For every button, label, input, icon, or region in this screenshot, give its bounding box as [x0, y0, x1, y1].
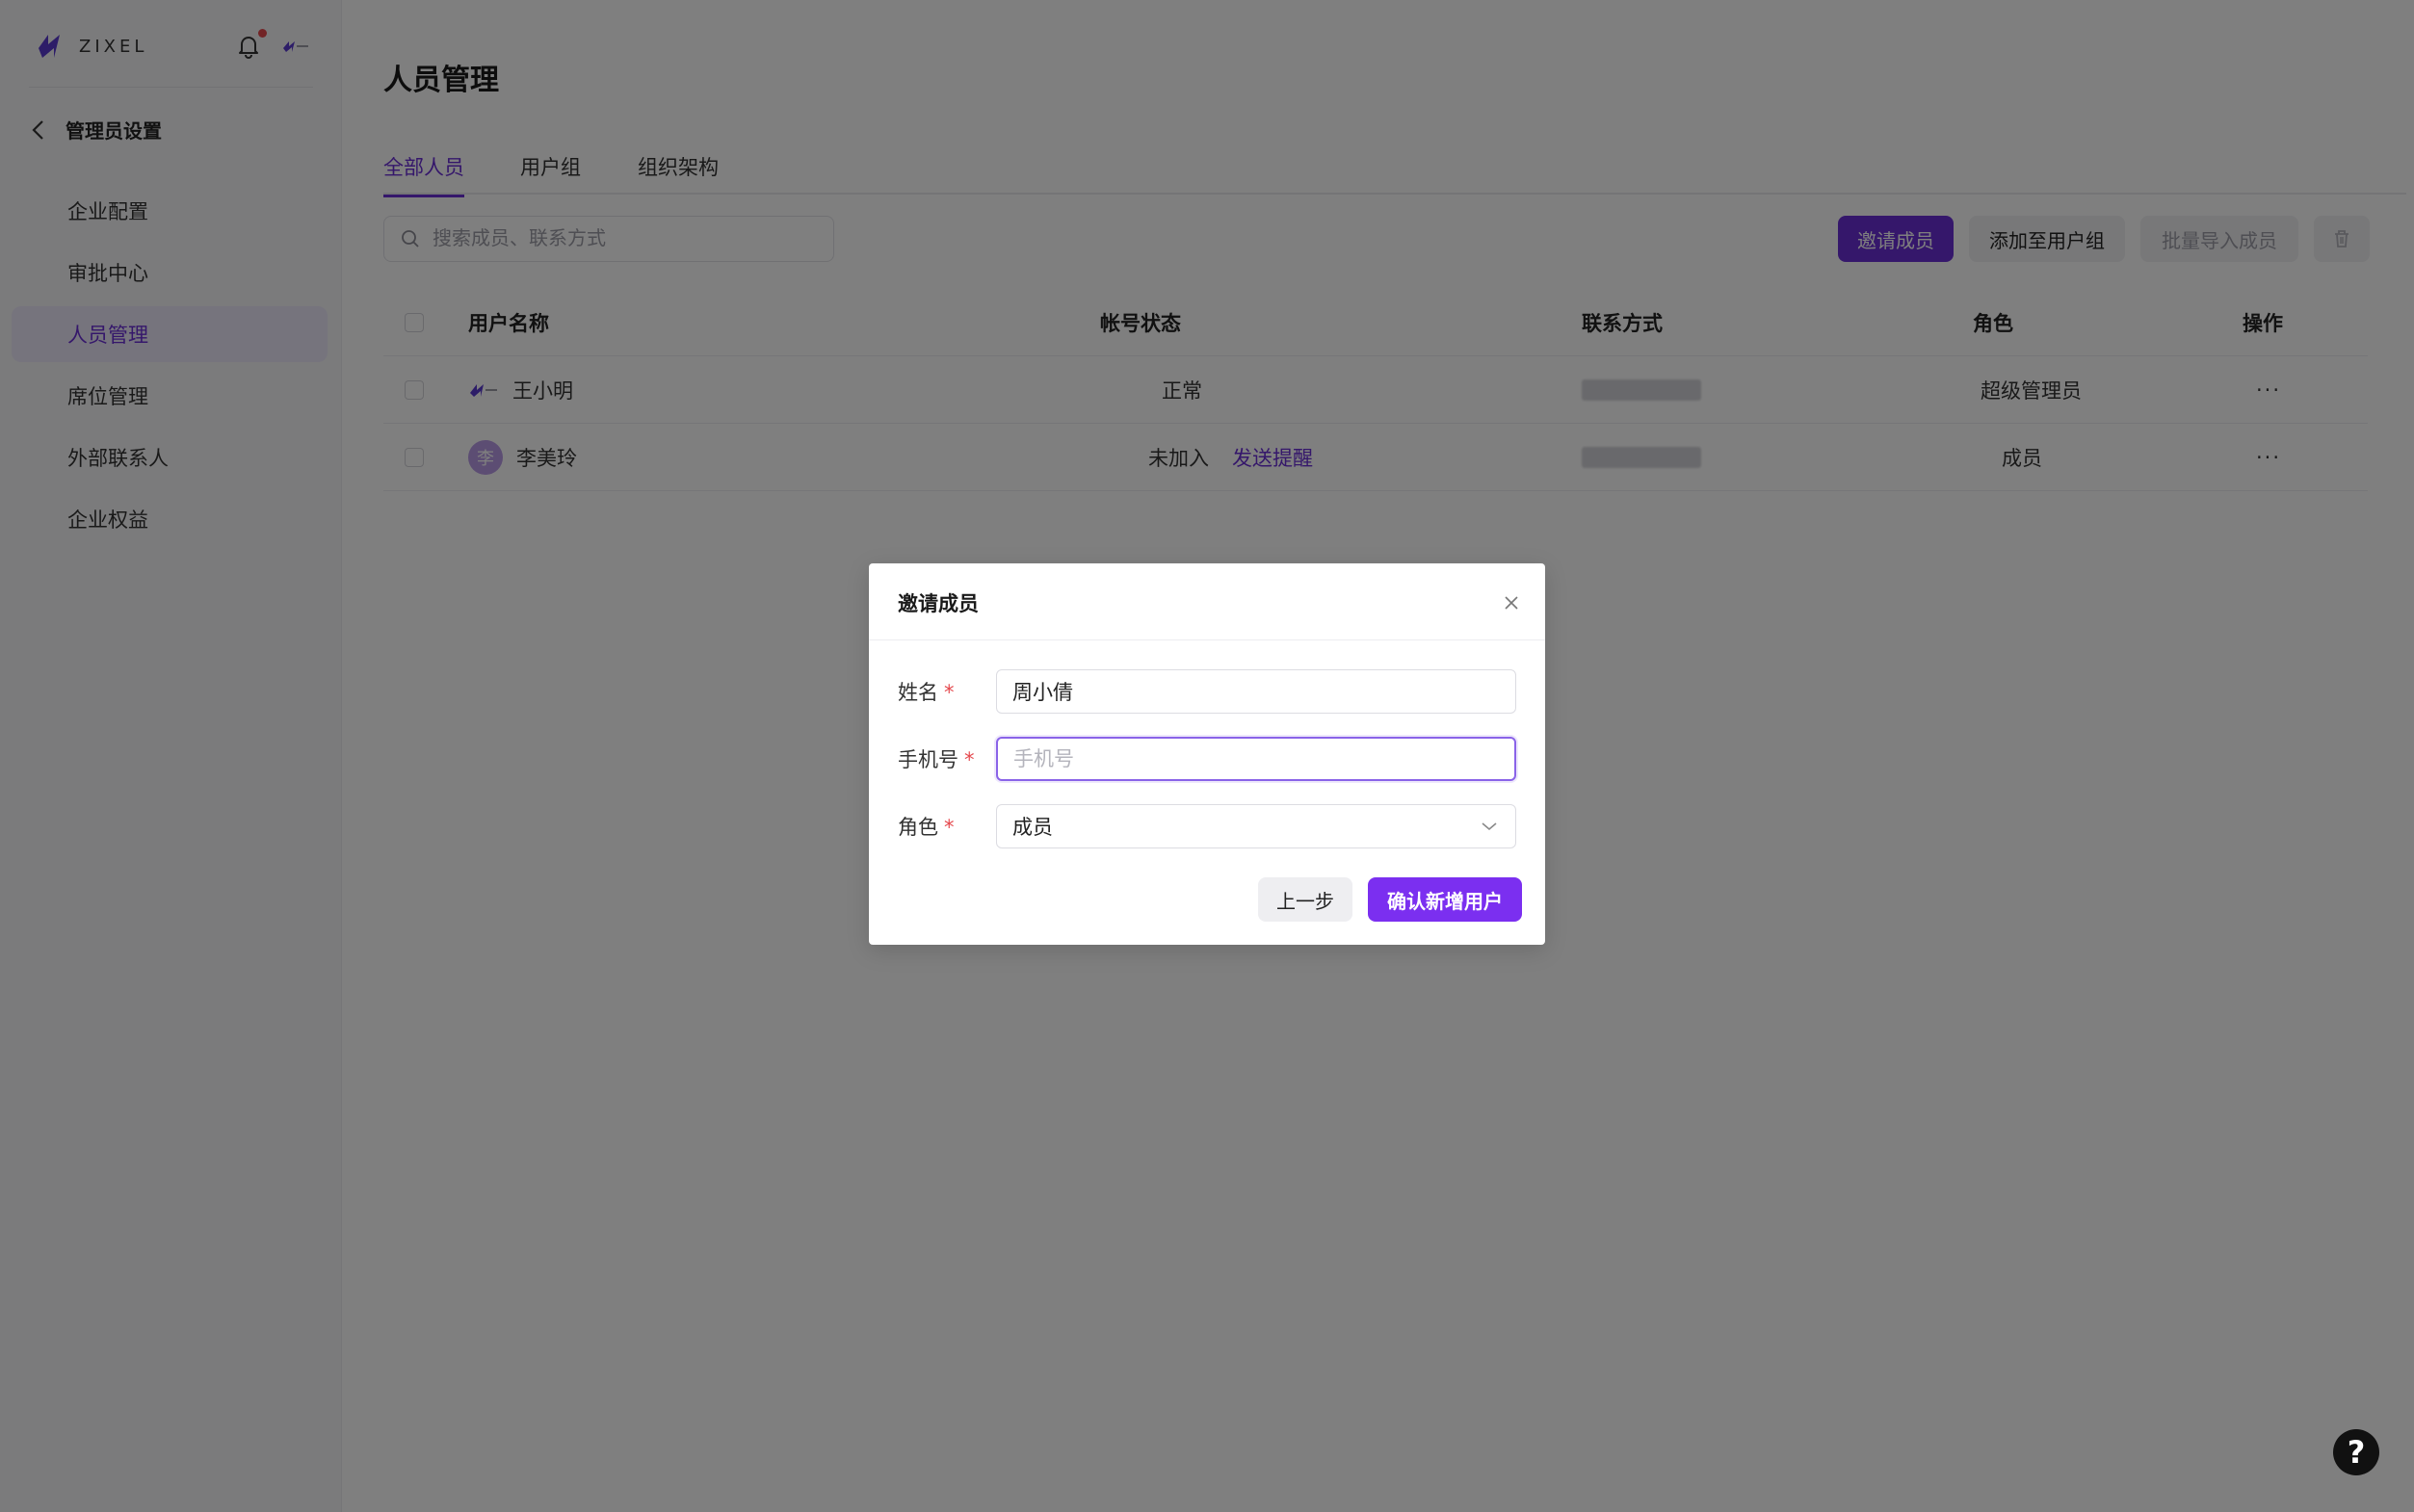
role-label: 角色 *: [898, 812, 996, 841]
required-mark: *: [944, 681, 955, 704]
phone-label: 手机号 *: [898, 744, 996, 773]
dialog-header: 邀请成员: [869, 563, 1545, 640]
name-label-text: 姓名: [898, 681, 938, 704]
confirm-add-user-button[interactable]: 确认新增用户: [1368, 877, 1522, 922]
dialog-title: 邀请成员: [898, 592, 979, 615]
phone-row: 手机号 *: [898, 736, 1516, 782]
role-row: 角色 * 成员: [898, 803, 1516, 849]
name-field[interactable]: [996, 669, 1516, 714]
role-select-value: 成员: [1012, 816, 1053, 839]
required-mark: *: [964, 748, 975, 771]
role-select[interactable]: 成员: [996, 804, 1516, 848]
previous-step-button[interactable]: 上一步: [1258, 877, 1352, 922]
chevron-down-icon: [1482, 822, 1497, 831]
name-label: 姓名 *: [898, 677, 996, 706]
help-button[interactable]: ?: [2333, 1429, 2379, 1475]
required-mark: *: [944, 816, 955, 839]
invite-member-dialog: 邀请成员 姓名 * 手机号 * 角色 * 成员 上一步 确认新增用户: [869, 563, 1545, 945]
phone-field[interactable]: [996, 737, 1516, 781]
name-row: 姓名 *: [898, 668, 1516, 715]
role-label-text: 角色: [898, 816, 938, 839]
close-icon[interactable]: [1503, 594, 1520, 612]
phone-label-text: 手机号: [898, 748, 958, 771]
